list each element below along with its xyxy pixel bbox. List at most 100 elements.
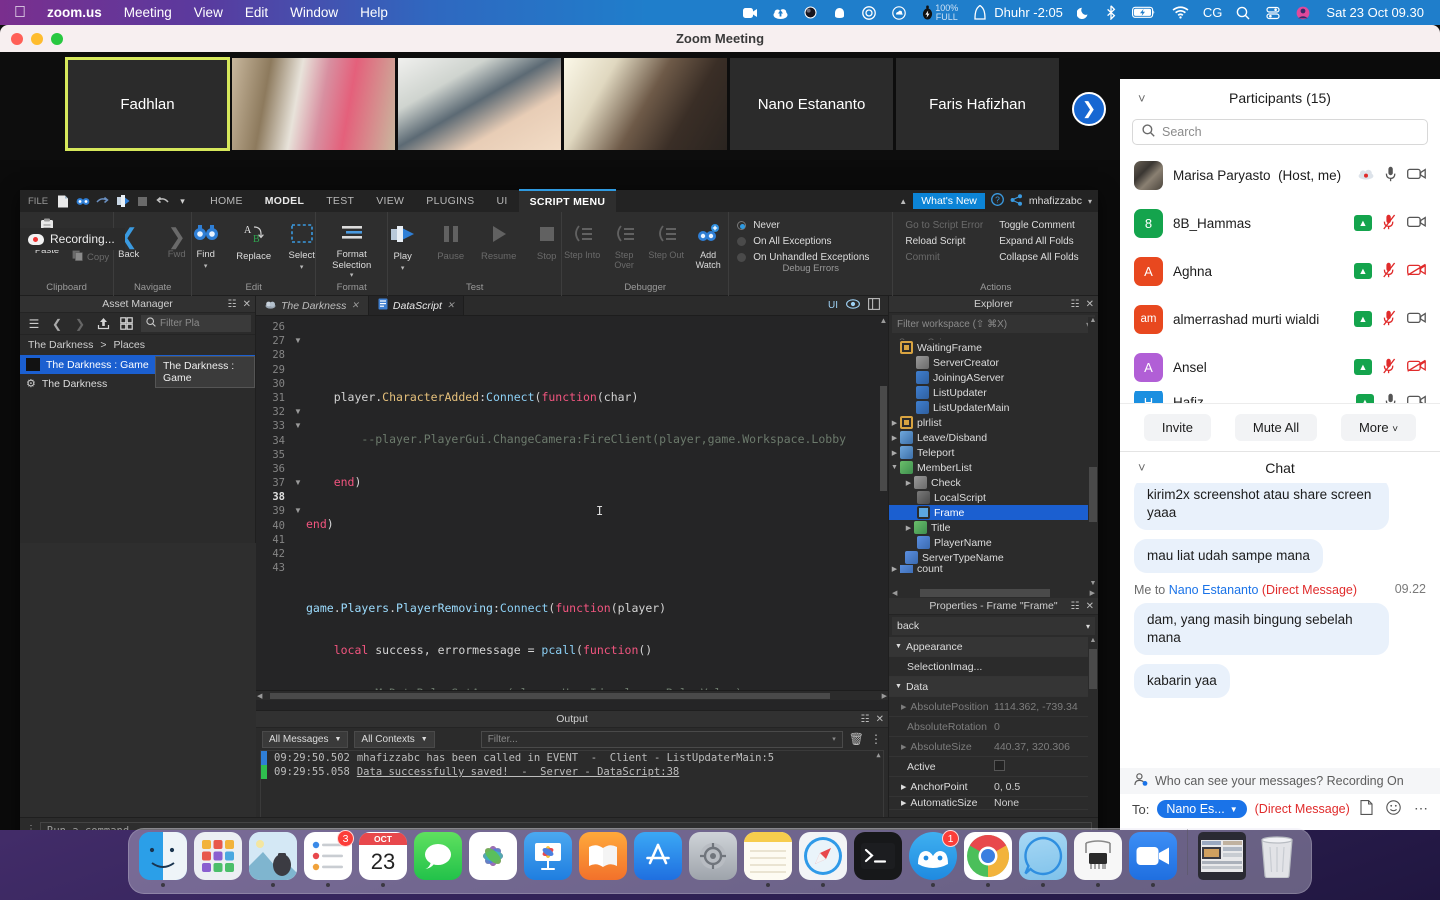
menu-item-view[interactable]: View bbox=[183, 0, 234, 25]
prayer-time-icon[interactable] bbox=[966, 0, 988, 25]
grid-view-icon[interactable] bbox=[116, 315, 136, 333]
redo-arrow-icon[interactable] bbox=[94, 193, 111, 210]
explorer-tree[interactable]: ScreenGui WaitingFrame ServerCreator Joi… bbox=[889, 335, 1098, 590]
chevron-down-icon[interactable]: ▾ bbox=[832, 735, 836, 743]
file-icon[interactable] bbox=[1360, 800, 1373, 818]
participant-row-hafiz[interactable]: H Hafiz ▲ bbox=[1120, 391, 1440, 403]
messages-filter-dropdown[interactable]: All Messages ▼ bbox=[262, 730, 349, 748]
account-chevron-icon[interactable]: ▾ bbox=[1088, 197, 1092, 206]
menu-item-window[interactable]: Window bbox=[279, 0, 349, 25]
expander-expanded-icon[interactable]: ▼ bbox=[889, 464, 900, 471]
properties-scroll-thumb[interactable] bbox=[1089, 649, 1097, 689]
editor-scroll-thumb[interactable] bbox=[880, 386, 887, 491]
property-row-selectionimage[interactable]: SelectionImag... bbox=[889, 657, 1098, 677]
scroll-right-arrow-icon[interactable]: ▶ bbox=[882, 692, 887, 700]
menu-item-edit[interactable]: Edit bbox=[234, 0, 279, 25]
share-icon[interactable] bbox=[1010, 193, 1023, 209]
expander-collapsed-icon[interactable]: ▶ bbox=[895, 743, 906, 751]
dark-circle-icon[interactable] bbox=[796, 0, 825, 25]
explorer-scroll-thumb[interactable] bbox=[1089, 467, 1097, 522]
mic-off-icon[interactable] bbox=[1383, 310, 1396, 329]
mic-off-icon[interactable] bbox=[1383, 262, 1396, 281]
tree-node-joiningaserver[interactable]: JoiningAServer bbox=[889, 370, 1098, 385]
close-icon[interactable]: ✕ bbox=[1086, 601, 1094, 612]
more-button[interactable]: More ˅ bbox=[1340, 414, 1417, 441]
who-can-see-banner[interactable]: Who can see your messages? Recording On bbox=[1120, 768, 1440, 794]
debug-option-never[interactable]: Never bbox=[737, 220, 882, 231]
dock-item-preview[interactable] bbox=[247, 832, 299, 887]
active-checkbox[interactable] bbox=[994, 759, 1005, 771]
close-icon[interactable]: ✕ bbox=[243, 299, 251, 310]
mic-on-icon[interactable] bbox=[1385, 166, 1396, 185]
cloud-upload-icon[interactable] bbox=[765, 0, 796, 25]
camera-on-icon[interactable] bbox=[1407, 215, 1426, 231]
property-row-absoluteposition[interactable]: ▶ AbsolutePosition 1114.362, -739.34 bbox=[889, 697, 1098, 717]
ribbon-tab-home[interactable]: HOME bbox=[199, 190, 254, 212]
video-tile-faris-hafizhan[interactable]: Faris Hafizhan bbox=[896, 58, 1059, 150]
tree-node-listupdater[interactable]: ListUpdater bbox=[889, 385, 1098, 400]
dock-item-system-preferences[interactable] bbox=[687, 832, 739, 887]
menu-item-help[interactable]: Help bbox=[349, 0, 399, 25]
code-area[interactable]: 26 27 28 29 30 31 32 33 34 35 36 37 38 39 40 41 42 43… bbox=[256, 316, 888, 690]
tree-node-count[interactable]: ▶ count bbox=[889, 565, 1098, 573]
chat-recipient-dropdown[interactable]: Nano Es... ▼ bbox=[1157, 800, 1247, 818]
clear-output-trash-icon[interactable]: 🗑 bbox=[849, 732, 864, 746]
dock-item-arduino[interactable] bbox=[1072, 832, 1124, 887]
mic-off-icon[interactable] bbox=[1383, 358, 1396, 377]
collapse-all-folds-action[interactable]: Collapse All Folds bbox=[999, 252, 1078, 263]
code-lines[interactable]: player.CharacterAdded:Connect(function(c… bbox=[304, 316, 888, 690]
find-icon[interactable] bbox=[74, 193, 91, 210]
camera-off-icon[interactable] bbox=[1407, 359, 1426, 375]
undock-icon[interactable]: ☷ bbox=[228, 299, 237, 310]
recording-indicator[interactable]: Recording... bbox=[20, 228, 125, 250]
find-button[interactable]: Find ▾ bbox=[183, 222, 229, 270]
play-dropdown-icon[interactable]: ▾ bbox=[401, 264, 405, 272]
participant-row-aghna[interactable]: A Aghna ▲ bbox=[1120, 247, 1440, 295]
explorer-horizontal-scrollbar[interactable]: ◀ ▶ bbox=[889, 587, 1098, 598]
search-icon[interactable] bbox=[1228, 0, 1258, 25]
collapse-participants-icon[interactable]: ˅ bbox=[1138, 91, 1146, 106]
editor-vertical-scrollbar[interactable]: ▲ bbox=[879, 316, 888, 690]
add-watch-button[interactable]: Add Watch bbox=[688, 222, 728, 270]
dock-item-books[interactable] bbox=[577, 832, 629, 887]
editor-hscroll-thumb[interactable] bbox=[270, 693, 830, 699]
prayer-time-label[interactable]: Dhuhr -2:05 bbox=[988, 5, 1069, 20]
video-tile-2[interactable] bbox=[232, 58, 395, 150]
participant-row-almerrashad[interactable]: am almerrashad murti wialdi ▲ bbox=[1120, 295, 1440, 343]
ribbon-tab-test[interactable]: TEST bbox=[315, 190, 365, 212]
cloud-sync-icon[interactable] bbox=[884, 0, 914, 25]
control-center-icon[interactable] bbox=[1258, 0, 1288, 25]
close-tab-icon[interactable]: ✕ bbox=[351, 300, 359, 311]
expander-collapsed-icon[interactable]: ▶ bbox=[895, 783, 906, 791]
editor-tab-datascript[interactable]: DataScript ✕ bbox=[368, 296, 465, 315]
dock-item-safari[interactable] bbox=[797, 832, 849, 887]
expander-collapsed-icon[interactable]: ▶ bbox=[889, 419, 900, 427]
more-options-icon[interactable]: ⋯ bbox=[1414, 800, 1428, 818]
ribbon-tab-script-menu[interactable]: SCRIPT MENU bbox=[518, 189, 617, 213]
mute-all-button[interactable]: Mute All bbox=[1234, 414, 1318, 441]
camera-on-icon[interactable] bbox=[1407, 167, 1426, 183]
tree-node-plrlist[interactable]: ▶ plrlist bbox=[889, 415, 1098, 430]
format-dropdown-icon[interactable]: ▾ bbox=[350, 271, 354, 279]
explorer-filter-input[interactable]: Filter workspace (⇧ ⌘X) ▾ bbox=[892, 315, 1095, 333]
participant-row-marisa-paryasto[interactable]: Marisa Paryasto (Host, me) bbox=[1120, 151, 1440, 199]
dock-item-signal[interactable] bbox=[1017, 832, 1069, 887]
output-more-options-icon[interactable]: ⋮ bbox=[870, 732, 882, 746]
close-icon[interactable]: ✕ bbox=[1086, 299, 1094, 310]
fast-charge-icon[interactable] bbox=[914, 0, 935, 25]
dock-item-terminal[interactable] bbox=[852, 832, 904, 887]
expand-all-folds-action[interactable]: Expand All Folds bbox=[999, 236, 1078, 247]
expander-expanded-icon[interactable]: ▼ bbox=[895, 683, 902, 690]
camera-on-icon[interactable] bbox=[1407, 311, 1426, 327]
property-row-absoluterotation[interactable]: AbsoluteRotation 0 bbox=[889, 717, 1098, 737]
property-row-automaticsize[interactable]: ▶ AutomaticSize None bbox=[889, 797, 1098, 810]
tree-node-frame[interactable]: Frame bbox=[889, 505, 1098, 520]
expander-collapsed-icon[interactable]: ▶ bbox=[895, 799, 906, 807]
asset-filter-input[interactable]: Filter Pla bbox=[141, 315, 251, 332]
apple-logo-icon[interactable]:  bbox=[10, 0, 36, 25]
menu-hamburger-icon[interactable]: ☰ bbox=[24, 315, 44, 333]
properties-object-name[interactable]: back ▾ bbox=[892, 617, 1095, 635]
scroll-up-arrow-icon[interactable]: ▲ bbox=[879, 316, 888, 326]
undock-icon[interactable]: ☷ bbox=[1071, 299, 1080, 310]
dock-item-reminders[interactable]: 3 bbox=[302, 830, 354, 887]
